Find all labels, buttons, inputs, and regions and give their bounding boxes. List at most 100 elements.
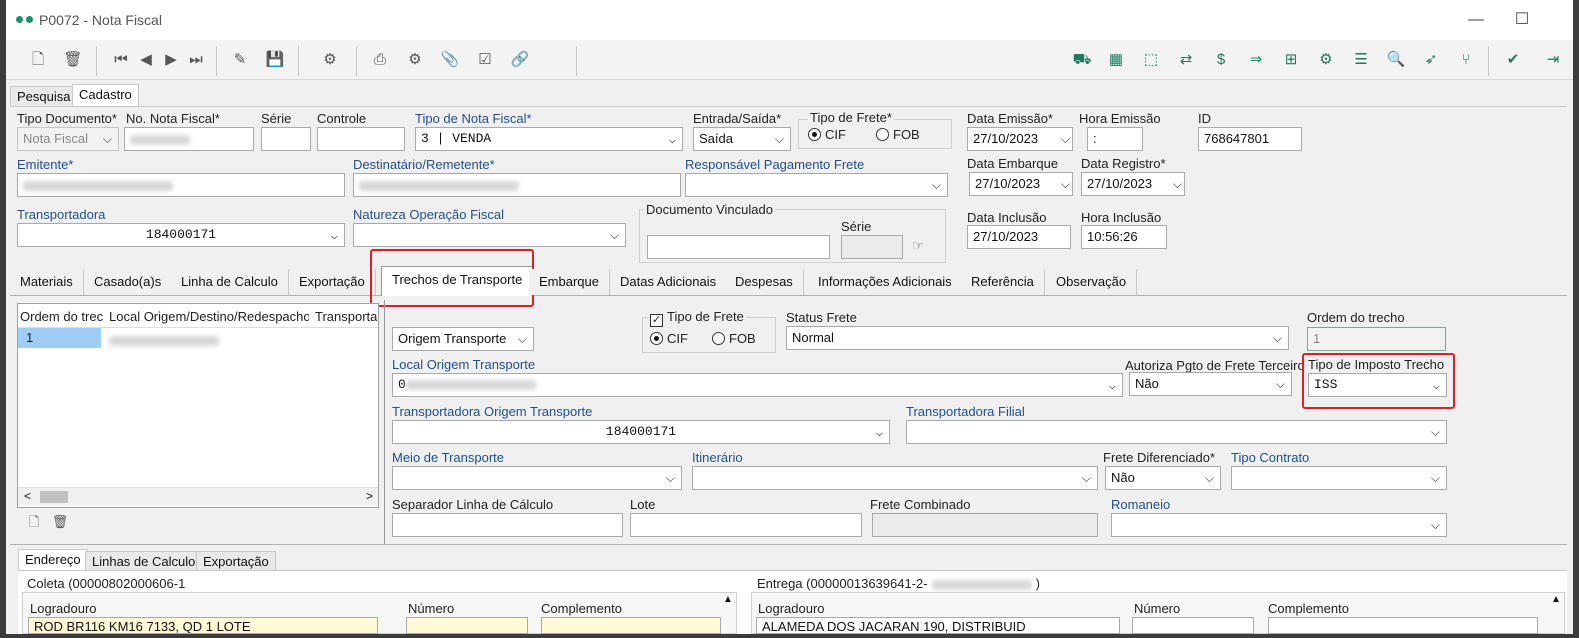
tab-casados[interactable]: Casado(a)s [84,269,173,295]
itinerario-select[interactable]: ⌵ [692,466,1098,490]
entrega-complemento-input[interactable] [1268,617,1538,634]
money-icon[interactable]: $ [1209,48,1233,72]
tipo-frete-checkbox[interactable]: ✓ Tipo de Frete [648,309,746,327]
tab-embarque[interactable]: Embarque [529,269,610,295]
ordem-trecho-input[interactable]: 1 [1307,327,1446,351]
delete-icon[interactable]: 🗑 [61,48,85,72]
id-input[interactable]: 768647801 [1198,127,1302,151]
tab-pesquisa[interactable]: Pesquisa [10,86,78,107]
entrega-logradouro-input[interactable]: ALAMEDA DOS JACARAN 190, DISTRIBUID [756,617,1120,634]
process-icon[interactable]: ⚙ [318,48,342,72]
check-box-icon[interactable]: ☑ [473,48,497,72]
responsavel-select[interactable]: ⌵ [685,173,948,197]
grid-column-header[interactable]: Local Origem/Destino/Redespacho [109,309,309,324]
romaneio-select[interactable]: ⌵ [1111,513,1447,537]
documento-vinculado-input[interactable] [647,235,830,259]
tab-observacao[interactable]: Observação [1046,269,1138,295]
chevron-down-icon[interactable]: ⌵ [1061,132,1070,147]
hora-emissao-input[interactable]: : [1087,127,1143,151]
scroll-thumb[interactable] [40,491,68,503]
first-record-icon[interactable]: ⏮ [109,48,133,72]
cif-radio[interactable]: CIF [808,127,846,142]
tipo-documento-select[interactable]: Nota Fiscal ⌵ [17,127,119,151]
last-record-icon[interactable]: ⏭ [184,48,208,72]
nota-fiscal-input[interactable] [124,127,254,151]
scroll-right-icon[interactable]: > [366,489,373,503]
scroll-up-icon[interactable]: ▲ [723,594,733,605]
data-registro-input[interactable]: 27/10/2023 ⌵ [1081,172,1185,196]
transportadora-select[interactable]: 184000171 ⌵ [17,223,345,247]
tab-informacoes-adicionais[interactable]: Informações Adicionais [808,269,963,295]
branch-icon[interactable]: ⑂ [1454,48,1478,72]
table-row[interactable]: 1 [18,328,101,348]
serie-input[interactable] [261,127,311,151]
minimize-button[interactable]: — [1453,6,1499,34]
tipo-contrato-select[interactable]: ⌵ [1231,466,1447,490]
grid-column-header[interactable]: Ordem do trec [20,309,103,324]
meio-select[interactable]: ⌵ [392,466,682,490]
trecho-fob-radio[interactable]: FOB [712,331,756,346]
scroll-up-icon[interactable]: ▲ [1551,594,1561,605]
attach-icon[interactable]: 📎 [438,48,462,72]
maximize-button[interactable]: ☐ [1499,6,1545,34]
hora-inclusao-input[interactable]: 10:56:26 [1081,225,1167,249]
coleta-logradouro-input[interactable]: ROD BR116 KM16 7133, QD 1 LOTE [28,617,378,634]
settings-icon[interactable]: ⚙ [403,48,427,72]
prev-record-icon[interactable]: ◀ [134,48,158,72]
coleta-complemento-input[interactable] [541,617,721,634]
data-emissao-input[interactable]: 27/10/2023 ⌵ [967,127,1073,151]
tipo-imposto-select[interactable]: ISS ⌵ [1308,373,1447,397]
tab-datas-adicionais[interactable]: Datas Adicionais [610,269,728,295]
search-doc-icon[interactable]: 🔍 [1384,48,1408,72]
origem-select[interactable]: Origem Transporte ⌵ [392,327,534,351]
lote-input[interactable] [630,513,862,537]
export-icon[interactable]: ⇒ [1244,48,1268,72]
add-row-icon[interactable]: 🗋 [22,510,46,534]
save-icon[interactable]: 💾 [263,48,287,72]
autoriza-select[interactable]: Não ⌵ [1129,372,1292,396]
edit-icon[interactable]: ✎ [228,48,252,72]
gear-icon[interactable]: ⚙ [1314,48,1338,72]
frete-dif-select[interactable]: Não ⌵ [1105,466,1221,490]
exit-icon[interactable]: ⇥ [1541,48,1565,72]
data-embarque-input[interactable]: 27/10/2023 ⌵ [969,172,1073,196]
transp-origem-select[interactable]: 184000171 ⌵ [392,420,890,444]
tab-exportacao[interactable]: Exportação [289,269,376,295]
calc-icon[interactable]: ▦ [1104,48,1128,72]
horizontal-scrollbar[interactable]: < > [18,487,378,505]
tab-bottom-exportacao[interactable]: Exportação [196,551,276,571]
scroll-left-icon[interactable]: < [24,489,31,503]
delete-row-icon[interactable]: 🗑 [48,510,72,534]
tab-cadastro[interactable]: Cadastro [72,84,139,107]
entrada-saida-select[interactable]: Saída ⌵ [693,127,791,151]
doc-serie-input[interactable] [841,235,903,259]
tipo-nota-select[interactable]: 3 | VENDA ⌵ [415,127,683,151]
send-icon[interactable]: ➶ [1419,48,1443,72]
tab-linha-calculo[interactable]: Linha de Calculo [171,269,289,295]
next-record-icon[interactable]: ▶ [159,48,183,72]
coleta-numero-input[interactable] [406,617,528,634]
tab-linhas-calculo[interactable]: Linhas de Calculo [85,551,203,571]
local-origem-select[interactable]: 0 ⌵ [392,373,1123,397]
tab-despesas[interactable]: Despesas [725,269,804,295]
emitente-input[interactable] [17,173,345,197]
list-icon[interactable]: ☰ [1349,48,1373,72]
status-frete-select[interactable]: Normal ⌵ [786,326,1289,350]
new-doc-icon[interactable]: 🗋 [26,48,50,72]
controle-input[interactable] [317,127,405,151]
frete-combinado-input[interactable] [872,513,1098,537]
transp-filial-select[interactable]: ⌵ [906,420,1447,444]
confirm-icon[interactable]: ✔ [1501,48,1525,72]
grid-column-header[interactable]: Transportad [315,309,377,324]
chevron-down-icon[interactable]: ⌵ [1173,177,1182,192]
print-icon[interactable]: ⎙ [368,48,392,72]
chevron-down-icon[interactable]: ⌵ [1061,177,1070,192]
data-inclusao-input[interactable]: 27/10/2023 [967,225,1071,249]
link-icon[interactable]: 🔗 [508,48,532,72]
truck-icon[interactable]: ⛟ [1070,48,1094,72]
box-icon[interactable]: ⬚ [1139,48,1163,72]
destinatario-input[interactable] [353,173,681,197]
natureza-select[interactable]: ⌵ [353,223,626,247]
fob-radio[interactable]: FOB [876,127,920,142]
tab-referencia[interactable]: Referência [961,269,1045,295]
